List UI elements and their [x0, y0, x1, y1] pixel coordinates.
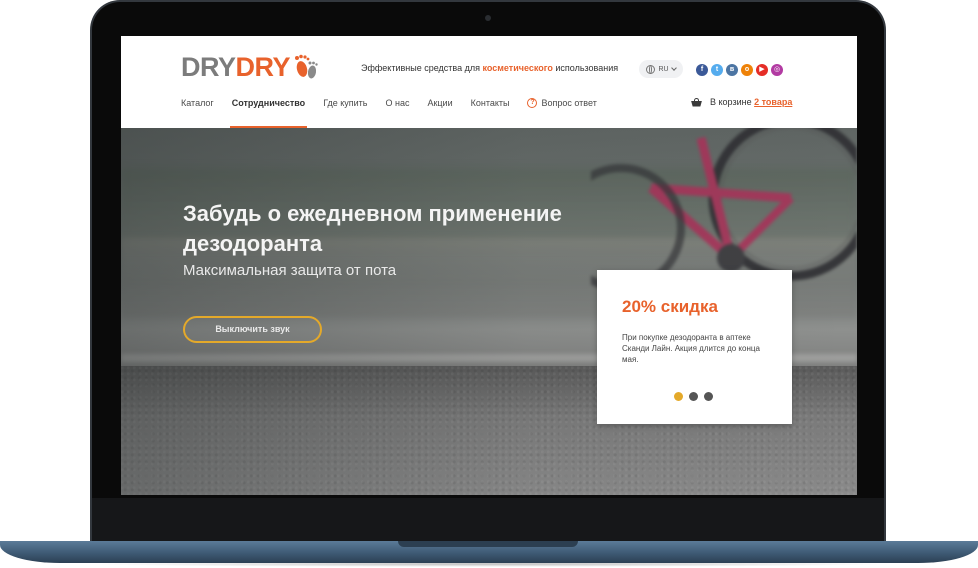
footprint-icon — [295, 54, 318, 79]
slider-dot-1[interactable] — [674, 392, 683, 401]
nav-item-where-to-buy[interactable]: Где купить — [323, 93, 367, 128]
tagline-accent: косметического — [482, 63, 553, 73]
site-tagline: Эффективные средства для косметического … — [361, 63, 619, 73]
chevron-down-icon — [670, 65, 677, 71]
cart-prefix: В корзине 2 товара — [710, 97, 793, 107]
language-selector[interactable]: RU — [639, 60, 683, 78]
hero-title: Забудь о ежедневном применение дезодоран… — [183, 201, 562, 256]
question-icon: ? — [527, 98, 538, 108]
nav-item-about[interactable]: О нас — [385, 93, 409, 128]
youtube-icon[interactable]: ▶ — [756, 64, 768, 76]
slider-pagination — [674, 392, 713, 401]
basket-icon — [691, 97, 702, 107]
instagram-icon[interactable]: ◎ — [771, 64, 783, 76]
hero-subtitle: Максимальная защита от пота — [183, 262, 397, 279]
slider-dot-2[interactable] — [689, 392, 698, 401]
slider-dot-3[interactable] — [704, 392, 713, 401]
promo-title: 20% скидка — [622, 297, 718, 316]
mute-sound-button[interactable]: Выключить звук — [183, 316, 322, 343]
globe-icon — [646, 64, 656, 74]
hero-video-banner: Забудь о ежедневном применение дезодоран… — [121, 128, 857, 495]
site-header: DRY DRY Эффективные средства для космети… — [121, 36, 857, 128]
promo-card: 20% скидка При покупке дезодоранта в апт… — [597, 270, 792, 424]
cart-count-link[interactable]: 2 товара — [754, 97, 792, 107]
laptop-bezel-bottom — [92, 498, 884, 542]
vk-icon[interactable]: в — [726, 64, 738, 76]
logo[interactable]: DRY DRY — [181, 52, 319, 82]
logo-text-orange: DRY — [235, 52, 291, 82]
nav-item-catalog[interactable]: Каталог — [181, 93, 214, 128]
promo-description: При покупке дезодоранта в аптеке Сканди … — [622, 333, 760, 364]
cart-summary[interactable]: В корзине 2 товара — [691, 97, 792, 107]
nav-item-promotions[interactable]: Акции — [427, 93, 452, 128]
nav-item-faq[interactable]: ? Вопрос ответ — [527, 93, 597, 128]
camera-icon — [485, 15, 491, 21]
laptop-notch — [398, 541, 578, 547]
odnoklassniki-icon[interactable]: о — [741, 64, 753, 76]
twitter-icon[interactable]: t — [711, 64, 723, 76]
website-screen: DRY DRY Эффективные средства для космети… — [121, 36, 857, 495]
laptop-mockup: DRY DRY Эффективные средства для космети… — [0, 0, 978, 568]
main-nav: Каталог Сотрудничество Где купить О нас … — [181, 93, 615, 128]
social-links: f t в о ▶ ◎ — [696, 64, 783, 76]
language-code: RU — [658, 65, 669, 73]
nav-item-cooperation[interactable]: Сотрудничество — [229, 93, 308, 128]
logo-text-gray: DRY — [181, 52, 236, 82]
facebook-icon[interactable]: f — [696, 64, 708, 76]
nav-item-contacts[interactable]: Контакты — [471, 93, 510, 128]
